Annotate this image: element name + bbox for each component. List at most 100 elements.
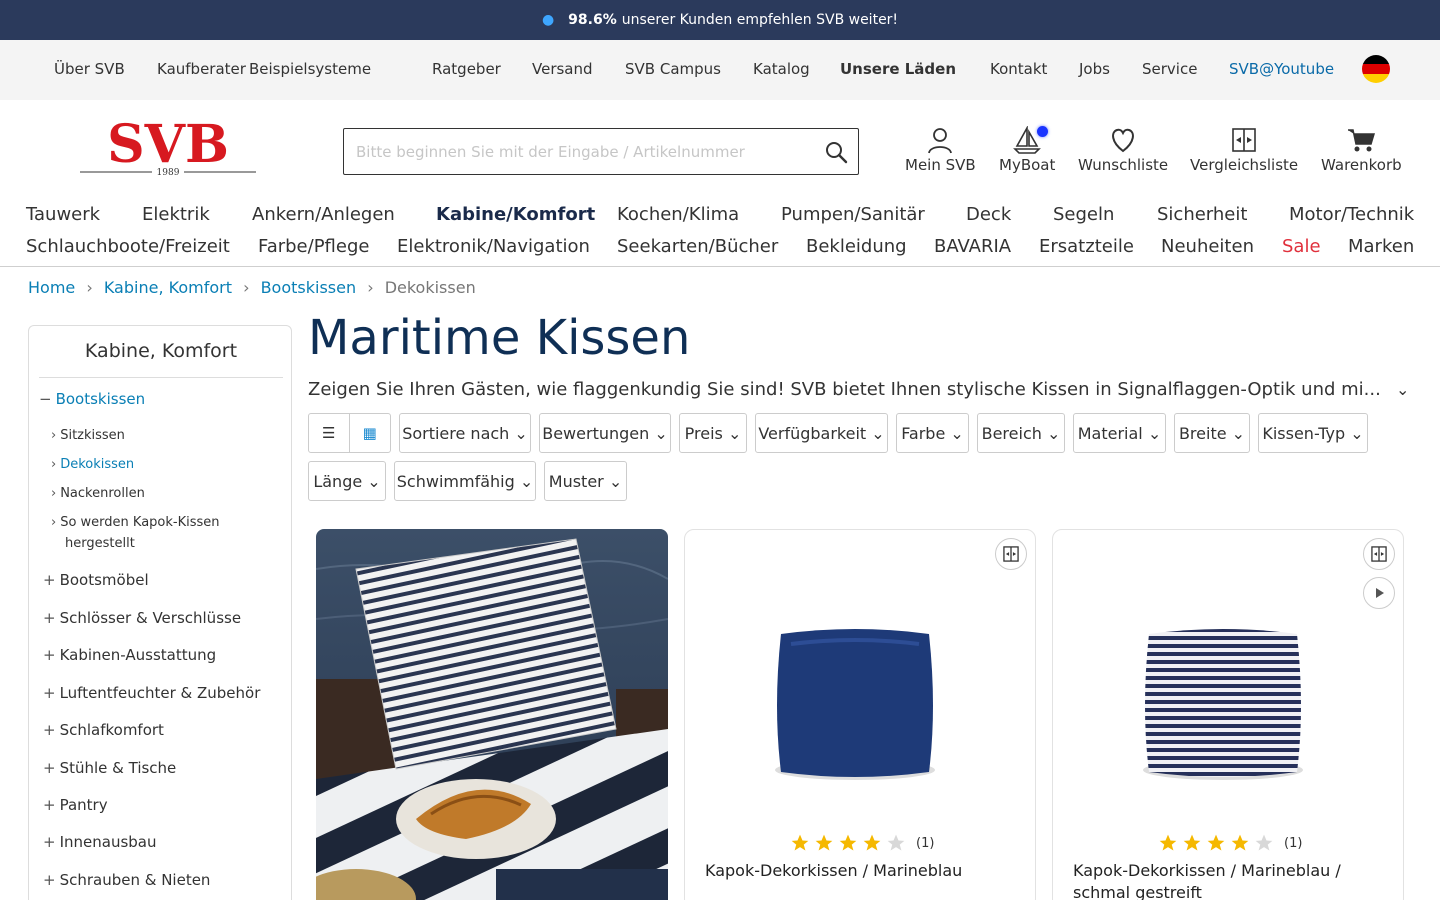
account-link[interactable]: Mein SVB — [905, 126, 976, 174]
svb-logo[interactable]: SVB 1989 — [72, 114, 264, 178]
promo-image[interactable] — [316, 529, 668, 900]
sidebar-sub-kapok-cont[interactable]: hergestellt — [65, 536, 135, 551]
chevron-right-icon: › — [51, 428, 57, 443]
sidebar-sub-dekokissen[interactable]: › Dekokissen — [51, 457, 134, 472]
sidebar-item-luftentfeuchter[interactable]: + Luftentfeuchter & Zubehör — [43, 684, 260, 702]
cat-kochen[interactable]: Kochen/Klima — [617, 204, 739, 225]
myboat-link[interactable]: MyBoat — [999, 126, 1055, 174]
expand-icon: + — [43, 646, 56, 664]
filter-schwimmfaehig[interactable]: Schwimmfähig ⌄ — [394, 461, 536, 501]
cat-ankern[interactable]: Ankern/Anlegen — [252, 204, 395, 225]
filter-preis[interactable]: Preis ⌄ — [679, 413, 747, 453]
sidebar-item-bootskissen[interactable]: − Bootskissen — [39, 390, 145, 408]
sidebar-sub-sitzkissen[interactable]: › Sitzkissen — [51, 428, 125, 443]
chevron-right-icon: › — [367, 278, 374, 297]
sidebar-item-pantry[interactable]: + Pantry — [43, 796, 108, 814]
chevron-down-icon[interactable]: ⌄ — [1396, 380, 1409, 399]
nav-divider — [0, 266, 1440, 267]
rating-stars: (1) — [1158, 833, 1302, 853]
wishlist-link[interactable]: Wunschliste — [1078, 126, 1168, 174]
service-link-versand[interactable]: Versand — [532, 60, 593, 78]
filter-material[interactable]: Material ⌄ — [1073, 413, 1166, 453]
service-link-ratgeber[interactable]: Ratgeber — [432, 60, 501, 78]
breadcrumb-bootskissen[interactable]: Bootskissen — [261, 278, 357, 297]
service-link-kontakt[interactable]: Kontakt — [990, 60, 1047, 78]
cat-elektrik[interactable]: Elektrik — [142, 204, 210, 225]
cat-sale[interactable]: Sale — [1282, 236, 1321, 257]
compare-icon[interactable] — [995, 538, 1027, 570]
chevron-down-icon: ⌄ — [608, 471, 623, 491]
chevron-down-icon: ⌄ — [950, 423, 964, 443]
cat-marken[interactable]: Marken — [1348, 236, 1414, 257]
chevron-down-icon: ⌄ — [727, 423, 742, 443]
sidebar-item-schrauben[interactable]: + Schrauben & Nieten — [43, 871, 210, 889]
service-link-katalog[interactable]: Katalog — [753, 60, 810, 78]
service-link-kaufberater[interactable]: Kaufberater — [157, 60, 246, 78]
service-link-jobs[interactable]: Jobs — [1079, 60, 1110, 78]
sidebar-item-bootsmoebel[interactable]: + Bootsmöbel — [43, 571, 149, 589]
service-link-service[interactable]: Service — [1142, 60, 1197, 78]
product-card[interactable]: (1) Kapok-Dekorkissen / Marineblau — [684, 529, 1036, 900]
product-name[interactable]: Kapok-Dekorkissen / Marineblau / schmal … — [1073, 860, 1383, 900]
service-link-campus[interactable]: SVB Campus — [625, 60, 721, 78]
list-view-icon[interactable]: ☰ — [309, 414, 350, 452]
cat-schlauchboote[interactable]: Schlauchboote/Freizeit — [26, 236, 230, 257]
compare-link[interactable]: Vergleichsliste — [1190, 126, 1298, 174]
german-flag-icon[interactable] — [1362, 55, 1390, 83]
star-empty-icon — [887, 834, 905, 851]
filter-laenge[interactable]: Länge ⌄ — [308, 461, 386, 501]
breadcrumb-home[interactable]: Home — [28, 278, 75, 297]
sidebar-item-schloesser[interactable]: + Schlösser & Verschlüsse — [43, 609, 241, 627]
cat-deck[interactable]: Deck — [966, 204, 1011, 225]
star-icon — [1183, 834, 1201, 851]
breadcrumb-kabine[interactable]: Kabine, Komfort — [104, 278, 232, 297]
sidebar-item-stuehle[interactable]: + Stühle & Tische — [43, 759, 176, 777]
sidebar-item-innenausbau[interactable]: + Innenausbau — [43, 833, 157, 851]
filter-verfuegbarkeit[interactable]: Verfügbarkeit ⌄ — [755, 413, 888, 453]
service-link-laeden[interactable]: Unsere Läden — [840, 60, 956, 78]
star-icon — [1207, 834, 1225, 851]
sidebar-item-kabinen[interactable]: + Kabinen-Ausstattung — [43, 646, 216, 664]
grid-view-icon[interactable]: ▦ — [350, 414, 391, 452]
product-image[interactable] — [767, 620, 943, 796]
search-input[interactable] — [356, 129, 816, 174]
cart-link[interactable]: Warenkorb — [1321, 126, 1402, 174]
filter-kissen-typ[interactable]: Kissen-Typ ⌄ — [1258, 413, 1368, 453]
cat-motor[interactable]: Motor/Technik — [1289, 204, 1414, 225]
cat-seekarten[interactable]: Seekarten/Bücher — [617, 236, 778, 257]
cat-kabine[interactable]: Kabine/Komfort — [436, 204, 595, 225]
filter-bereich[interactable]: Bereich ⌄ — [977, 413, 1065, 453]
sidebar-item-label: Schlafkomfort — [59, 721, 164, 739]
cat-segeln[interactable]: Segeln — [1053, 204, 1114, 225]
cat-elektronik[interactable]: Elektronik/Navigation — [397, 236, 590, 257]
product-name[interactable]: Kapok-Dekorkissen / Marineblau — [705, 860, 1015, 882]
cat-sicherheit[interactable]: Sicherheit — [1157, 204, 1247, 225]
sidebar-sub-kapok[interactable]: › So werden Kapok-Kissen — [51, 515, 220, 530]
collapse-icon: − — [39, 390, 52, 408]
chevron-right-icon: › — [243, 278, 250, 297]
sidebar-sub-nackenrollen[interactable]: › Nackenrollen — [51, 486, 145, 501]
service-link-beispielsysteme[interactable]: Beispielsysteme — [249, 60, 371, 78]
filter-muster[interactable]: Muster ⌄ — [544, 461, 627, 501]
breadcrumb-current: Dekokissen — [384, 278, 476, 297]
cat-neuheiten[interactable]: Neuheiten — [1161, 236, 1254, 257]
search-icon[interactable] — [824, 140, 848, 164]
service-link-ueber-svb[interactable]: Über SVB — [54, 60, 125, 78]
compare-icon[interactable] — [1363, 538, 1395, 570]
cat-bekleidung[interactable]: Bekleidung — [806, 236, 907, 257]
cat-farbe[interactable]: Farbe/Pflege — [258, 236, 369, 257]
cat-pumpen[interactable]: Pumpen/Sanitär — [781, 204, 925, 225]
filter-bewertungen[interactable]: Bewertungen ⌄ — [539, 413, 671, 453]
filter-sort[interactable]: Sortiere nach ⌄ — [399, 413, 531, 453]
filter-farbe[interactable]: Farbe ⌄ — [896, 413, 969, 453]
play-icon[interactable] — [1363, 577, 1395, 609]
chevron-down-icon: ⌄ — [1147, 423, 1162, 443]
cat-ersatzteile[interactable]: Ersatzteile — [1039, 236, 1134, 257]
product-card[interactable]: (1) Kapok-Dekorkissen / Marineblau / sch… — [1052, 529, 1404, 900]
cat-tauwerk[interactable]: Tauwerk — [26, 204, 100, 225]
sidebar-item-schlafkomfort[interactable]: + Schlafkomfort — [43, 721, 164, 739]
filter-breite[interactable]: Breite ⌄ — [1174, 413, 1250, 453]
service-link-youtube[interactable]: SVB@Youtube — [1229, 60, 1334, 78]
cat-bavaria[interactable]: BAVARIA — [934, 236, 1011, 257]
product-image[interactable] — [1135, 620, 1311, 796]
